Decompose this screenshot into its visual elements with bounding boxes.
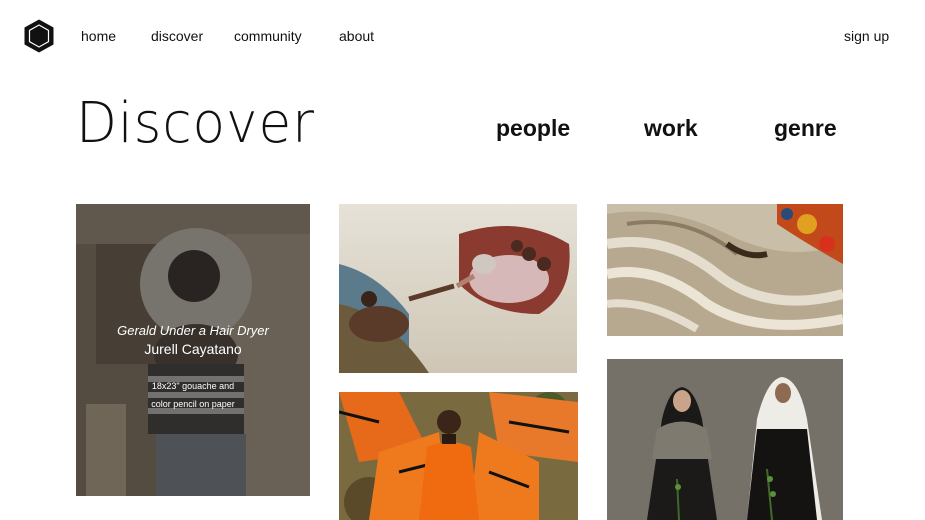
artwork-title: Gerald Under a Hair Dryer xyxy=(117,323,269,338)
artwork-medium-line: 18x23" gouache and xyxy=(151,381,235,391)
page-title: Discover xyxy=(76,91,315,156)
gallery-card[interactable] xyxy=(339,392,578,520)
tab-people[interactable]: people xyxy=(496,114,570,142)
artwork-image xyxy=(339,204,577,373)
sign-up-link[interactable]: sign up xyxy=(844,28,889,44)
gallery-card-featured[interactable]: Gerald Under a Hair Dryer Jurell Cayatan… xyxy=(76,204,310,496)
artwork-medium-line: color pencil on paper xyxy=(151,399,235,409)
gallery-card[interactable] xyxy=(339,204,577,373)
nav-home-link[interactable]: home xyxy=(81,28,116,44)
gallery-card[interactable] xyxy=(607,204,843,336)
gallery-card[interactable] xyxy=(607,359,843,520)
nav-discover-link[interactable]: discover xyxy=(151,28,203,44)
hexagon-logo-icon[interactable] xyxy=(22,19,56,53)
artwork-medium: 18x23" gouache and color pencil on paper xyxy=(76,377,310,413)
tab-work[interactable]: work xyxy=(644,114,698,142)
nav-community-link[interactable]: community xyxy=(234,28,302,44)
artist-name: Jurell Cayatano xyxy=(144,341,242,357)
nav-about-link[interactable]: about xyxy=(339,28,374,44)
artwork-image xyxy=(607,359,843,520)
artwork-image xyxy=(607,204,843,336)
tab-genre[interactable]: genre xyxy=(774,114,837,142)
artwork-image xyxy=(339,392,578,520)
